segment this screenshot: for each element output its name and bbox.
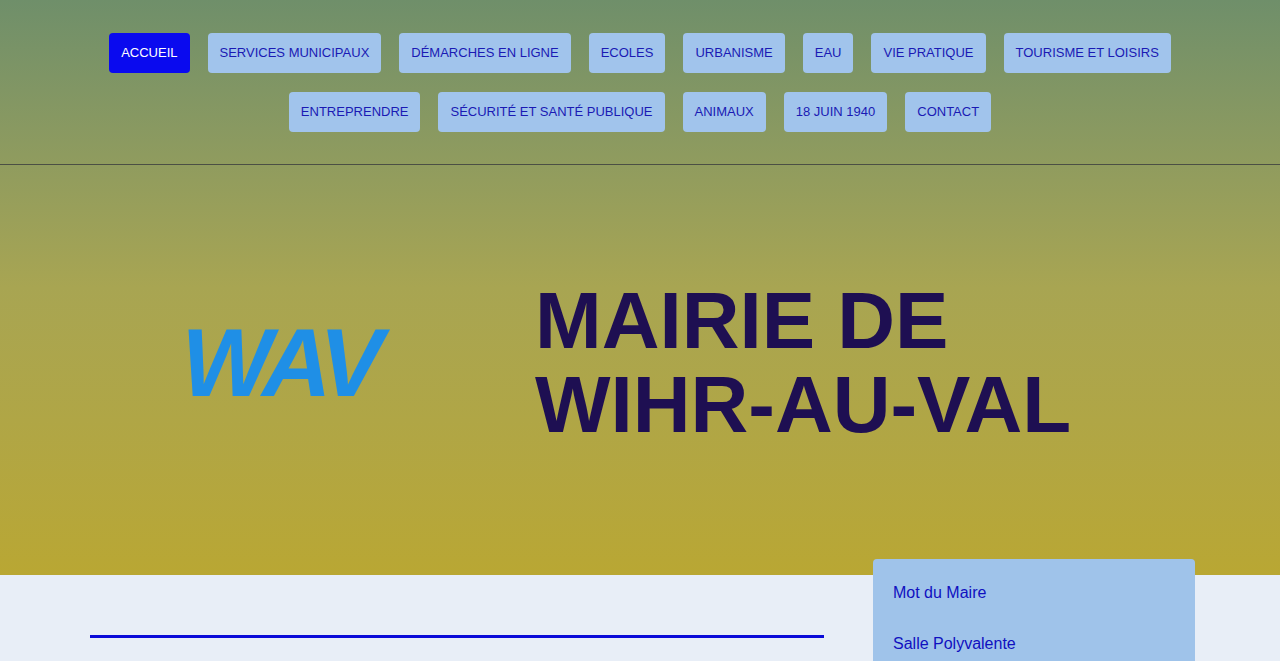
nav-button[interactable]: EAU [803, 33, 854, 73]
nav-button[interactable]: SÉCURITÉ ET SANTÉ PUBLIQUE [438, 92, 664, 132]
nav-row: ACCUEIL SERVICES MUNICIPAUX DÉMARCHES EN L… [0, 33, 1280, 73]
logo: WAV [165, 265, 395, 460]
nav-button[interactable]: SERVICES MUNICIPAUX [208, 33, 382, 73]
content: Mot du MaireSalle Polyvalente [0, 575, 1280, 661]
nav-button[interactable]: URBANISME [683, 33, 784, 73]
nav-row: ENTREPRENDRE SÉCURITÉ ET SANTÉ PUBLIQUE AN… [0, 92, 1280, 132]
nav-button[interactable]: ECOLES [589, 33, 666, 73]
nav-button[interactable]: CONTACT [905, 92, 991, 132]
nav-button[interactable]: ACCUEIL [109, 33, 189, 73]
title-rule [90, 635, 824, 638]
nav-button[interactable]: TOURISME ET LOISIRS [1004, 33, 1171, 73]
nav-button[interactable]: ANIMAUX [683, 92, 766, 132]
main-nav: ACCUEIL SERVICES MUNICIPAUX DÉMARCHES EN L… [0, 0, 1280, 132]
sidebar-item[interactable]: Mot du Maire [873, 581, 1195, 632]
hero: ACCUEIL SERVICES MUNICIPAUX DÉMARCHES EN L… [0, 0, 1280, 575]
nav-button[interactable]: VIE PRATIQUE [871, 33, 985, 73]
nav-button[interactable]: ENTREPRENDRE [289, 92, 421, 132]
page: ACCUEIL SERVICES MUNICIPAUX DÉMARCHES EN L… [0, 0, 1280, 661]
nav-divider [0, 164, 1280, 165]
main-column [0, 575, 824, 661]
site-title: MAIRIE DEWIHR-AU-VAL [535, 279, 1071, 447]
nav-button[interactable]: DÉMARCHES EN LIGNE [399, 33, 570, 73]
sidebar: Mot du MaireSalle Polyvalente [873, 559, 1195, 661]
nav-button[interactable]: 18 JUIN 1940 [784, 92, 888, 132]
sidebar-item[interactable]: Salle Polyvalente [873, 632, 1195, 661]
brand: WAV MAIRIE DEWIHR-AU-VAL [0, 265, 1280, 460]
